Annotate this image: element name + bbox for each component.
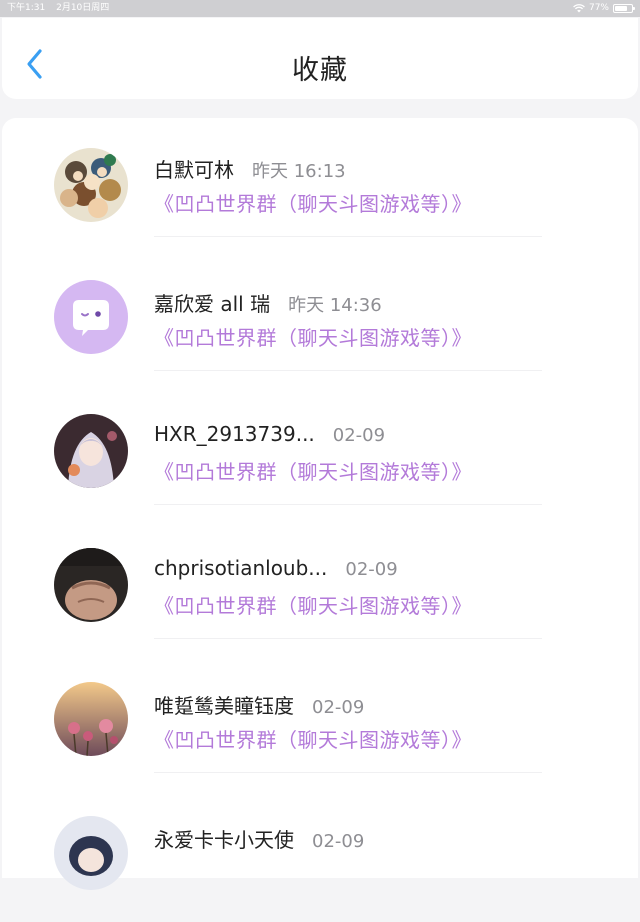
sender-name: 嘉欣爱 all 瑞 <box>154 292 271 316</box>
group-name: 《凹凸世界群（聊天斗图游戏等）》 <box>154 460 472 484</box>
group-name: 《凹凸世界群（聊天斗图游戏等）》 <box>154 594 472 618</box>
favorite-item[interactable]: 永爱卡卡小天使 02-09 <box>2 788 638 922</box>
wifi-icon <box>573 4 585 13</box>
favorite-item[interactable]: 白默可林 昨天 16:13 《凹凸世界群（聊天斗图游戏等）》 <box>2 118 638 252</box>
status-bar: 下午1:31 2月10日周四 77% <box>0 0 640 17</box>
divider <box>154 236 542 237</box>
favorites-list: 白默可林 昨天 16:13 《凹凸世界群（聊天斗图游戏等）》 嘉欣爱 all 瑞… <box>2 118 638 890</box>
status-left: 下午1:31 2月10日周四 <box>7 0 117 17</box>
divider <box>154 504 542 505</box>
sender-name: 唯踅鸶美瞳钰度 <box>154 694 294 718</box>
battery-percent: 77% <box>588 3 609 13</box>
photo-avatar-icon <box>54 548 128 622</box>
favorite-item[interactable]: HXR_2913739... 02-09 《凹凸世界群（聊天斗图游戏等）》 <box>2 386 638 520</box>
flower-avatar-icon <box>54 682 128 756</box>
sender-name: HXR_2913739... <box>154 422 315 446</box>
item-header: chprisotianloub... 02-09 <box>154 556 398 580</box>
group-name: 《凹凸世界群（聊天斗图游戏等）》 <box>154 728 472 752</box>
nav-bar: 收藏 <box>2 18 638 99</box>
item-header: 永爱卡卡小天使 02-09 <box>154 824 364 853</box>
avatar <box>54 548 128 622</box>
item-header: 白默可林 昨天 16:13 <box>154 154 346 183</box>
group-name: 《凹凸世界群（聊天斗图游戏等）》 <box>154 192 472 216</box>
timestamp: 02-09 <box>312 831 365 852</box>
favorite-item[interactable]: 嘉欣爱 all 瑞 昨天 14:36 《凹凸世界群（聊天斗图游戏等）》 <box>2 252 638 386</box>
avatar <box>54 682 128 756</box>
timestamp: 昨天 16:13 <box>252 161 346 182</box>
status-time: 下午1:31 <box>7 3 46 13</box>
battery-fill <box>615 6 627 11</box>
avatar <box>54 280 128 354</box>
timestamp: 02-09 <box>345 559 398 580</box>
timestamp: 02-09 <box>332 425 386 446</box>
page-title: 收藏 <box>292 55 348 86</box>
group-name: 《凹凸世界群（聊天斗图游戏等）》 <box>154 326 472 350</box>
timestamp: 02-09 <box>312 697 365 718</box>
favorite-item[interactable]: 唯踅鸶美瞳钰度 02-09 《凹凸世界群（聊天斗图游戏等）》 <box>2 654 638 788</box>
sender-name: 永爱卡卡小天使 <box>154 828 294 852</box>
anime-girl-avatar-icon <box>54 414 128 488</box>
item-header: HXR_2913739... 02-09 <box>154 422 385 446</box>
sender-name: chprisotianloub... <box>154 556 328 580</box>
timestamp: 昨天 14:36 <box>288 295 382 316</box>
anime-group-avatar-icon <box>54 148 128 222</box>
status-date: 2月10日周四 <box>56 3 110 13</box>
chat-bubble-avatar-icon <box>54 280 128 354</box>
avatar <box>54 816 128 890</box>
divider <box>154 638 542 639</box>
favorite-item[interactable]: chprisotianloub... 02-09 《凹凸世界群（聊天斗图游戏等）… <box>2 520 638 654</box>
sender-name: 白默可林 <box>154 158 234 182</box>
status-right: 77% <box>573 0 635 17</box>
item-header: 嘉欣爱 all 瑞 昨天 14:36 <box>154 288 382 317</box>
anime-avatar-icon <box>54 816 128 890</box>
avatar <box>54 148 128 222</box>
divider <box>154 772 542 773</box>
divider <box>154 370 542 371</box>
avatar <box>54 414 128 488</box>
item-header: 唯踅鸶美瞳钰度 02-09 <box>154 690 364 719</box>
battery-icon <box>613 4 635 13</box>
